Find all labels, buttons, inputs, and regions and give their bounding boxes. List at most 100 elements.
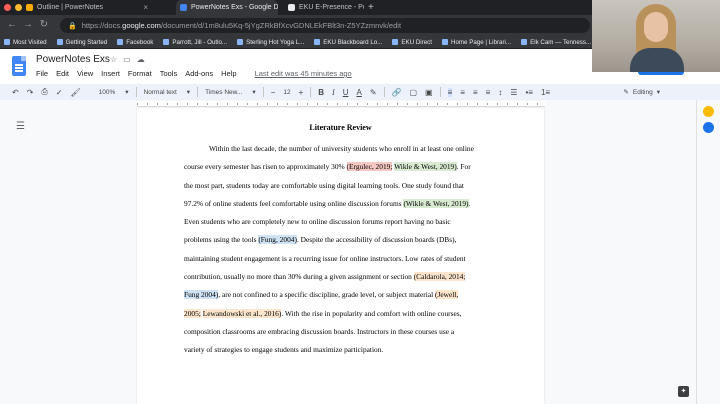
tab-close-icon[interactable]: ×	[137, 3, 148, 12]
undo-icon[interactable]: ↶	[12, 88, 19, 97]
zoom-select[interactable]: 100% ▾	[99, 88, 129, 97]
spellcheck-icon[interactable]: ✓	[56, 88, 63, 97]
text-run: maintaining student engagement is a recu…	[184, 253, 466, 263]
bookmark-favicon-icon	[441, 39, 448, 45]
text-line: Fung 2004), are not confined to a specif…	[184, 286, 496, 304]
bookmark-item[interactable]: EKU Blackboard Lo...	[310, 39, 382, 46]
menu-item-edit[interactable]: Edit	[56, 69, 69, 78]
align-right-icon[interactable]: ≡	[473, 88, 478, 97]
last-edit-link[interactable]: Last edit was 45 minutes ago	[255, 69, 352, 78]
decrease-size-icon[interactable]: −	[271, 88, 276, 97]
editing-mode-select[interactable]: ✎ Editing ▾	[623, 84, 660, 100]
forward-icon[interactable]: →	[22, 18, 34, 32]
text-line: the most part, students today are comfor…	[184, 177, 496, 195]
justify-icon[interactable]: ≡	[486, 88, 491, 97]
menu-item-view[interactable]: View	[77, 69, 93, 78]
document-outline-icon[interactable]: ☰	[16, 122, 26, 132]
bookmark-item[interactable]: Home Page | Librari...	[438, 39, 511, 46]
style-select[interactable]: Normal text ▾	[144, 88, 191, 97]
menu-item-file[interactable]: File	[36, 69, 48, 78]
citation-highlight: Lewandowski et al., 2016)	[202, 308, 282, 318]
bookmark-item[interactable]: Getting Started	[53, 39, 107, 46]
document-page[interactable]: Literature Review Within the last decade…	[137, 108, 544, 404]
text-line: maintaining student engagement is a recu…	[184, 250, 496, 268]
citation-highlight: Wikle & West, 2019)	[394, 162, 457, 172]
ruler[interactable]	[137, 101, 545, 107]
text-line: Within the last decade, the number of un…	[184, 140, 496, 158]
browser-tab[interactable]: PowerNotes Exs - Google Docs×	[176, 0, 278, 15]
print-icon[interactable]: ⎙	[41, 87, 47, 97]
browser-tab[interactable]: EKU E-Presence - Powered By×	[284, 0, 364, 15]
body-paragraph[interactable]: Within the last decade, the number of un…	[184, 140, 496, 360]
text-run: . Despite the accessibility of discussio…	[296, 235, 457, 245]
bookmark-item[interactable]: EKU Direct	[388, 39, 432, 46]
redo-icon[interactable]: ↷	[27, 88, 34, 97]
address-bar[interactable]: 🔒 https://docs. google.com/document/d/1m8…	[60, 18, 590, 33]
align-center-icon[interactable]: ≡	[460, 88, 465, 97]
url-prefix: https://docs.	[81, 21, 123, 30]
document-title[interactable]: PowerNotes Exs	[36, 54, 110, 65]
align-left-icon[interactable]: ≡	[447, 87, 453, 97]
text-run: the most part, students today are comfor…	[184, 180, 464, 190]
menu-item-add-ons[interactable]: Add-ons	[185, 69, 213, 78]
explore-icon[interactable]: ✦	[678, 386, 689, 397]
star-icon[interactable]: ☆	[110, 55, 117, 64]
bookmark-item[interactable]: Elk Cam — Tenness...	[517, 39, 591, 46]
menu-item-format[interactable]: Format	[128, 69, 152, 78]
docs-logo-icon[interactable]	[12, 56, 26, 76]
text-run: . With the rise in popularity and comfor…	[281, 308, 462, 318]
text-line: contribution, usually no more than 30% d…	[184, 268, 496, 286]
url-host: google.com	[122, 21, 161, 30]
text-run: problems using the tools	[184, 235, 259, 245]
keep-icon[interactable]	[703, 106, 714, 117]
move-folder-icon[interactable]: ▭	[123, 55, 131, 64]
chevron-down-icon: ▾	[252, 89, 256, 96]
back-icon[interactable]: ←	[6, 18, 18, 32]
menu-item-tools[interactable]: Tools	[160, 69, 178, 78]
italic-button[interactable]: I	[332, 88, 335, 97]
tasks-icon[interactable]	[703, 122, 714, 133]
text-run: composition classrooms are embracing dis…	[184, 326, 455, 336]
menu-bar: File Edit View Insert Format Tools Add-ons Help…	[36, 69, 352, 78]
menu-item-help[interactable]: Help	[221, 69, 236, 78]
minimize-window-button[interactable]	[15, 4, 22, 11]
reload-icon[interactable]: ↻	[38, 18, 50, 32]
highlight-icon[interactable]: ✎	[370, 88, 377, 97]
bookmark-item[interactable]: Most Visited	[0, 39, 47, 46]
formatting-toolbar: ↶ ↷ ⎙ ✓ 🖌 100% ▾ Normal text ▾ Times New..…	[0, 84, 720, 100]
paint-format-icon[interactable]: 🖌	[71, 88, 81, 97]
tab-favicon-icon	[180, 4, 187, 11]
lock-icon: 🔒	[68, 22, 77, 30]
bookmark-item[interactable]: Parrott, Jill - Outlo...	[159, 39, 227, 46]
checklist-icon[interactable]: ☰	[510, 88, 517, 97]
pencil-icon: ✎	[623, 89, 629, 96]
link-icon[interactable]: 🔗	[392, 88, 402, 97]
citation-highlight: 2005;	[184, 308, 201, 318]
browser-tab[interactable]: Outline | PowerNotes ×	[22, 0, 152, 15]
increase-size-icon[interactable]: +	[299, 88, 304, 97]
bookmark-item[interactable]: Sterling Hot Yoga L...	[233, 39, 304, 46]
tab-title: Outline | PowerNotes	[37, 4, 104, 11]
text-color-button[interactable]: A	[356, 88, 361, 97]
tab-favicon-icon	[26, 4, 33, 11]
text-run: , are not confined to a specific discipl…	[218, 290, 436, 300]
close-window-button[interactable]	[4, 4, 11, 11]
tab-title: PowerNotes Exs - Google Docs	[191, 4, 278, 11]
line-spacing-icon[interactable]: ↕	[498, 88, 502, 97]
citation-highlight: (Ergulec, 2019;	[346, 162, 393, 172]
chevron-down-icon: ▾	[656, 89, 660, 96]
menu-item-insert[interactable]: Insert	[101, 69, 120, 78]
bookmark-item[interactable]: Facebook	[113, 39, 153, 46]
comment-icon[interactable]: ▢	[409, 88, 417, 97]
numbered-list-icon[interactable]: 1≡	[541, 88, 550, 97]
cloud-status-icon[interactable]: ☁	[137, 55, 145, 64]
font-select[interactable]: Times New... ▾	[205, 88, 256, 97]
font-size-input[interactable]: 12	[283, 89, 290, 96]
new-tab-button[interactable]: +	[368, 0, 374, 15]
underline-button[interactable]: U	[343, 88, 349, 97]
image-icon[interactable]: ▣	[425, 88, 433, 97]
text-run: course every semester has risen to appro…	[184, 162, 347, 172]
bulleted-list-icon[interactable]: •≡	[525, 88, 532, 97]
bold-button[interactable]: B	[318, 88, 324, 97]
url-path: /document/d/1m8ulu5Kq-5jYgZRkBfXcvGDNLEk…	[160, 21, 402, 30]
